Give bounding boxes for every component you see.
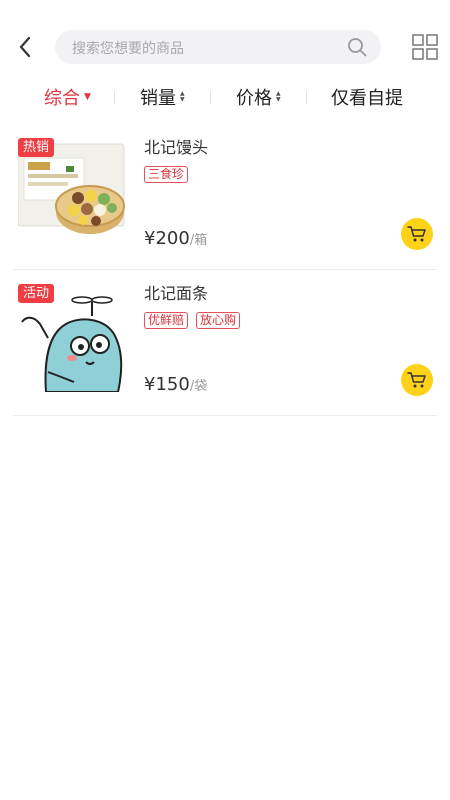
- product-name[interactable]: 北记馒头: [144, 134, 208, 158]
- add-to-cart-button[interactable]: [401, 364, 433, 396]
- tab-divider: [114, 90, 115, 104]
- price-amount: ¥150: [144, 374, 190, 395]
- search-icon[interactable]: [347, 37, 367, 57]
- sort-arrows-icon: ▲ ▼: [180, 90, 185, 103]
- search-placeholder: 搜索您想要的商品: [72, 41, 184, 57]
- top-bar: 搜索您想要的商品: [0, 0, 450, 92]
- product-tag: 三食珍: [144, 166, 189, 183]
- tab-label: 仅看自提: [331, 88, 403, 109]
- product-item[interactable]: 热销 北记馒头 三食珍 ¥200/箱: [13, 124, 437, 270]
- tab-pickup-only[interactable]: 仅看自提: [331, 80, 403, 114]
- tab-label: 综合: [44, 88, 80, 109]
- cart-icon: [407, 226, 426, 242]
- caret-down-icon: ▼: [84, 91, 91, 102]
- item-divider: [13, 415, 437, 416]
- chevron-left-icon: [19, 36, 31, 58]
- grid-view-icon[interactable]: [412, 34, 438, 60]
- search-input[interactable]: 搜索您想要的商品: [55, 30, 381, 64]
- product-tag: 放心购: [196, 312, 241, 329]
- cart-icon: [407, 372, 426, 388]
- tab-divider: [210, 90, 211, 104]
- tab-sales[interactable]: 销量 ▲ ▼: [140, 80, 185, 114]
- product-tags: 三食珍: [144, 166, 189, 183]
- tab-label: 销量: [140, 88, 176, 109]
- price-unit: /袋: [189, 379, 208, 394]
- tab-comprehensive[interactable]: 综合 ▼: [44, 80, 91, 114]
- add-to-cart-button[interactable]: [401, 218, 433, 250]
- product-item[interactable]: 活动 北记面条 优鲜赔 放心购 ¥150/袋: [13, 270, 437, 416]
- promotion-badge: 活动: [18, 284, 55, 303]
- sort-tabs: 综合 ▼ 销量 ▲ ▼ 价格 ▲ ▼ 仅看自提: [0, 80, 450, 114]
- tab-label: 价格: [236, 88, 272, 109]
- sort-arrows-icon: ▲ ▼: [276, 90, 281, 103]
- price-amount: ¥200: [144, 228, 190, 249]
- hot-sale-badge: 热销: [18, 138, 55, 157]
- tab-divider: [306, 90, 307, 104]
- price-unit: /箱: [189, 233, 208, 248]
- product-price: ¥200/箱: [144, 228, 207, 249]
- product-price: ¥150/袋: [144, 374, 207, 395]
- product-tags: 优鲜赔 放心购: [144, 312, 241, 329]
- back-button[interactable]: [8, 28, 42, 66]
- product-name[interactable]: 北记面条: [144, 280, 208, 304]
- product-tag: 优鲜赔: [144, 312, 189, 329]
- tab-price[interactable]: 价格 ▲ ▼: [236, 80, 281, 114]
